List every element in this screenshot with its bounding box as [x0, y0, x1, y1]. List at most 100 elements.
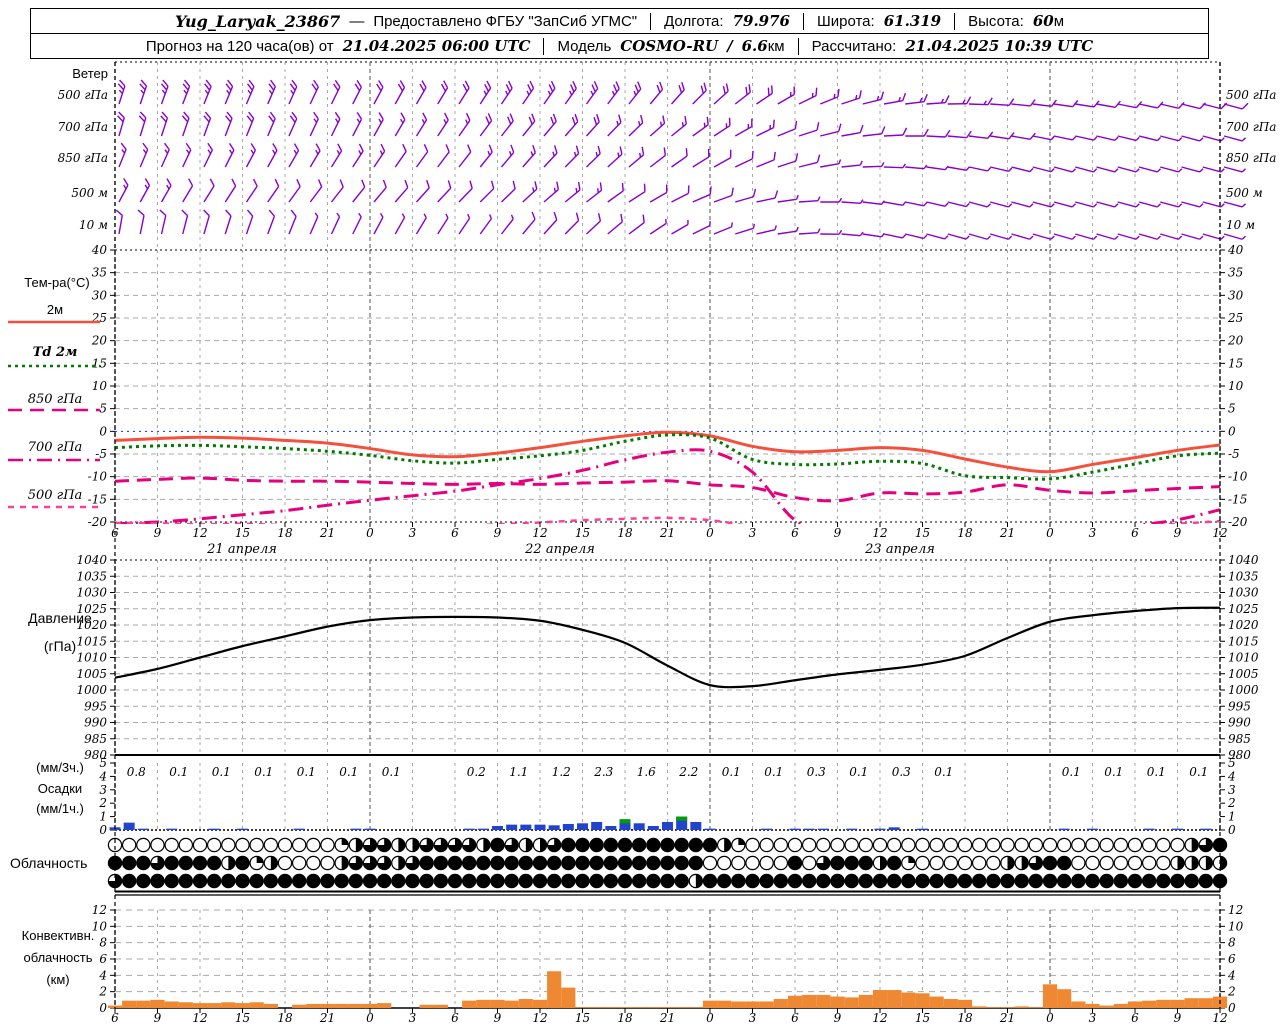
svg-text:8: 8 — [1228, 936, 1236, 950]
svg-text:18: 18 — [957, 1011, 973, 1024]
svg-text:1020: 1020 — [76, 618, 107, 632]
svg-text:9: 9 — [154, 1011, 162, 1024]
temp-panel: 40 4035 3530 3025 2520 2015 1510 105 50 0-5 -5-10-… — [88, 243, 1248, 529]
svg-text:21 апреля: 21 апреля — [206, 542, 277, 557]
svg-text:9: 9 — [494, 526, 502, 540]
wind-barbs-5 — [115, 209, 1246, 240]
svg-text:0: 0 — [706, 1011, 714, 1024]
svg-text:9: 9 — [494, 1011, 502, 1024]
svg-text:850 гПа: 850 гПа — [1226, 151, 1276, 165]
svg-text:40: 40 — [1227, 243, 1244, 257]
svg-text:23 апреля: 23 апреля — [864, 542, 935, 557]
svg-text:20: 20 — [1227, 334, 1244, 348]
svg-text:3: 3 — [409, 1011, 417, 1024]
svg-text:15: 15 — [92, 356, 107, 370]
svg-text:1030: 1030 — [1228, 586, 1259, 600]
svg-text:21: 21 — [999, 1011, 1015, 1024]
svg-text:985: 985 — [84, 732, 107, 746]
svg-text:0: 0 — [99, 823, 107, 837]
conv-panel: 12 12 10 10 8 8 6 6 4 4 2 2 0 0 — [92, 903, 1244, 1015]
svg-text:4: 4 — [98, 769, 107, 783]
svg-text:0.1: 0.1 — [297, 765, 316, 779]
meteogram-chart: 500 гПа 500 гПа 700 гПа 700 гПа 850 гПа 850 г… — [8, 61, 1276, 1024]
svg-text:20: 20 — [91, 334, 108, 348]
svg-text:1000: 1000 — [1228, 683, 1259, 697]
svg-text:500 гПа: 500 гПа — [58, 88, 108, 102]
svg-text:995: 995 — [84, 699, 107, 713]
bottom-x-axis: 6 9 12 15 18 21 0 3 6 9 12 15 18 21 0 3 6 9 12 15 18 21 0 3 6 9 12 — [111, 1008, 1228, 1024]
svg-text:-20: -20 — [1228, 515, 1248, 529]
svg-text:40: 40 — [91, 243, 108, 257]
svg-text:4: 4 — [1227, 968, 1236, 982]
svg-text:6: 6 — [1228, 952, 1236, 966]
svg-text:1010: 1010 — [1228, 651, 1259, 665]
svg-text:3: 3 — [1089, 1011, 1097, 1024]
svg-text:0: 0 — [1228, 1001, 1236, 1015]
svg-text:10: 10 — [1228, 379, 1244, 393]
svg-text:18: 18 — [617, 526, 633, 540]
svg-text:0: 0 — [706, 526, 714, 540]
svg-text:0: 0 — [366, 526, 374, 540]
svg-text:10 м: 10 м — [1226, 218, 1255, 232]
svg-text:8: 8 — [99, 936, 107, 950]
svg-text:15: 15 — [235, 526, 250, 540]
svg-text:1: 1 — [99, 810, 107, 824]
wind-barbs-1 — [117, 79, 1249, 110]
svg-text:6: 6 — [451, 526, 459, 540]
svg-text:-15: -15 — [1228, 492, 1247, 506]
svg-text:0.1: 0.1 — [254, 765, 273, 779]
svg-text:1.1: 1.1 — [509, 765, 528, 779]
svg-text:21: 21 — [999, 526, 1015, 540]
svg-text:0: 0 — [1228, 823, 1236, 837]
svg-text:18: 18 — [957, 526, 973, 540]
svg-text:1020: 1020 — [1228, 618, 1259, 632]
svg-text:18: 18 — [617, 1011, 633, 1024]
svg-text:1005: 1005 — [76, 667, 107, 681]
svg-text:21: 21 — [319, 1011, 335, 1024]
wind-barbs-2 — [117, 111, 1247, 142]
svg-text:1035: 1035 — [76, 569, 107, 583]
svg-text:1015: 1015 — [1228, 634, 1259, 648]
svg-text:1025: 1025 — [1228, 602, 1259, 616]
svg-text:15: 15 — [575, 1011, 590, 1024]
svg-text:0: 0 — [99, 1001, 107, 1015]
svg-text:9: 9 — [1174, 1011, 1182, 1024]
svg-text:9: 9 — [834, 1011, 842, 1024]
svg-text:2: 2 — [98, 796, 107, 810]
svg-text:2.2: 2.2 — [678, 765, 698, 779]
svg-text:21: 21 — [659, 526, 675, 540]
svg-text:3: 3 — [1228, 783, 1236, 797]
svg-text:5: 5 — [1228, 756, 1236, 770]
svg-text:0.1: 0.1 — [1104, 765, 1123, 779]
svg-text:3: 3 — [99, 783, 107, 797]
svg-text:-15: -15 — [88, 492, 107, 506]
svg-text:0.1: 0.1 — [382, 765, 401, 779]
svg-text:700 гПа: 700 гПа — [58, 120, 108, 134]
svg-text:1030: 1030 — [76, 586, 107, 600]
svg-text:6: 6 — [111, 1011, 119, 1024]
svg-text:985: 985 — [1228, 732, 1251, 746]
svg-text:2.3: 2.3 — [593, 765, 613, 779]
svg-text:18: 18 — [277, 526, 293, 540]
wind-barbs-4 — [118, 178, 1247, 208]
svg-text:0.3: 0.3 — [892, 765, 911, 779]
svg-text:12: 12 — [92, 903, 107, 917]
svg-text:0.1: 0.1 — [1062, 765, 1081, 779]
svg-text:1010: 1010 — [76, 651, 107, 665]
wind-barbs-3 — [118, 142, 1247, 173]
svg-text:12: 12 — [1228, 903, 1243, 917]
svg-text:1000: 1000 — [76, 683, 107, 697]
svg-text:15: 15 — [915, 526, 930, 540]
svg-text:0.1: 0.1 — [934, 765, 953, 779]
svg-text:850 гПа: 850 гПа — [58, 151, 108, 165]
svg-text:10: 10 — [1228, 919, 1244, 933]
svg-text:1040: 1040 — [1228, 553, 1259, 567]
svg-text:0: 0 — [1228, 424, 1236, 438]
svg-text:21: 21 — [319, 526, 335, 540]
svg-text:1035: 1035 — [1228, 569, 1259, 583]
svg-text:5: 5 — [99, 402, 107, 416]
svg-text:0.8: 0.8 — [127, 765, 146, 779]
svg-text:990: 990 — [84, 716, 107, 730]
svg-text:6: 6 — [791, 526, 799, 540]
svg-text:500 м: 500 м — [1226, 186, 1263, 200]
